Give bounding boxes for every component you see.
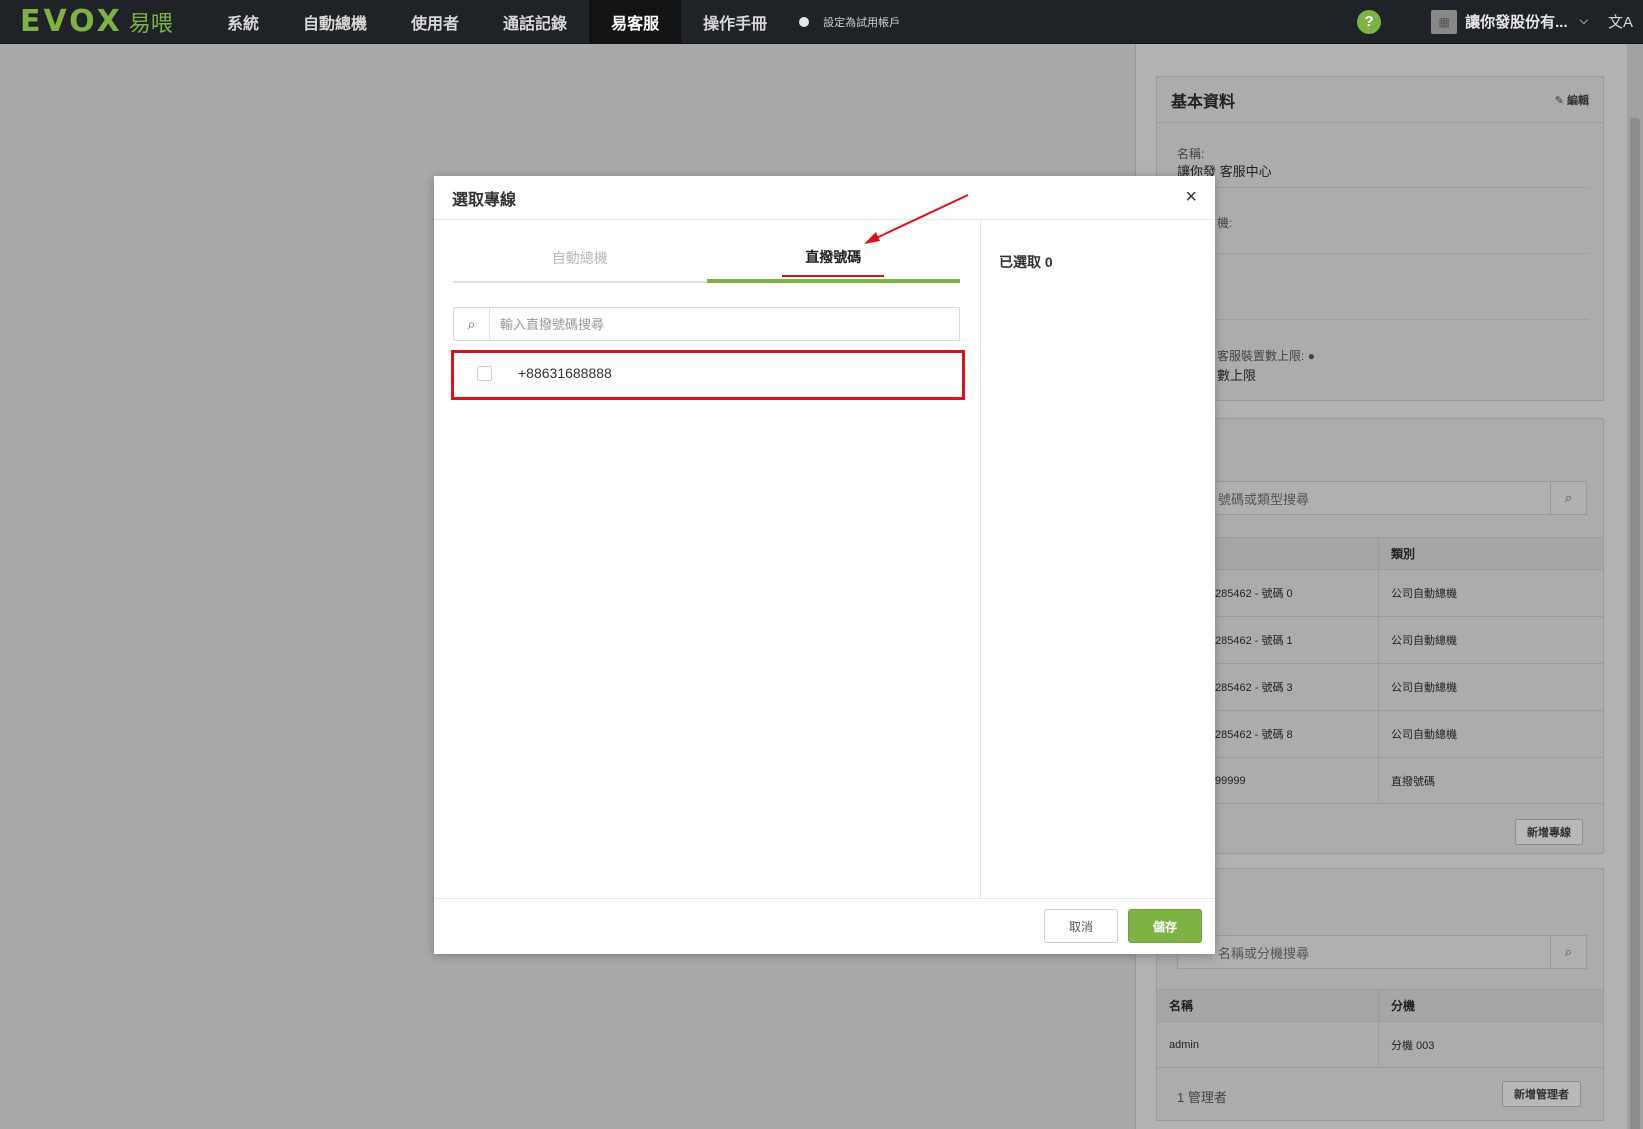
save-button[interactable]: 儲存 — [1128, 909, 1202, 943]
table-header: 類別 — [1157, 537, 1603, 569]
info-icon: ● — [1307, 349, 1315, 363]
table-header: 名稱 分機 — [1157, 989, 1603, 1021]
scrollbar[interactable] — [1627, 44, 1643, 1129]
admin-search-placeholder: 名稱或分機搜尋 — [1218, 945, 1310, 961]
field3-value: 數上限 — [1217, 365, 1256, 384]
admins-table: 名稱 分機 admin 分機 003 — [1157, 989, 1603, 1068]
direct-number-search-input[interactable] — [490, 309, 959, 339]
lines-table: 類別 285462 - 號碼 0 公司自動總機 285462 - 號碼 1 公司… — [1157, 537, 1603, 804]
admin-search-input[interactable]: 名稱或分機搜尋 ⌕ — [1177, 935, 1587, 969]
basic-info-header: 基本資料 ✎ 編輯 — [1157, 77, 1603, 123]
option-checkbox[interactable] — [477, 365, 492, 381]
line-type: 直撥號碼 — [1391, 775, 1435, 788]
divider — [1177, 253, 1589, 254]
top-nav: EVOX 易喂 系統 自動總機 使用者 通話記錄 易客服 操作手冊 設定為試用帳… — [0, 0, 1643, 44]
lines-card: 號碼或類型搜尋 ⌕ 類別 285462 - 號碼 0 公司自動總機 285462… — [1156, 418, 1604, 854]
list-item[interactable]: +88631688888 — [453, 350, 960, 396]
admin-count: 1 管理者 — [1177, 1090, 1227, 1105]
annotation-underline — [782, 275, 884, 277]
edit-label: 編輯 — [1567, 94, 1589, 107]
cancel-button[interactable]: 取消 — [1044, 909, 1118, 943]
add-line-button[interactable]: 新增專線 — [1515, 819, 1583, 845]
admin-extension: 分機 003 — [1391, 1039, 1435, 1052]
nav-item-users[interactable]: 使用者 — [389, 0, 481, 44]
table-row[interactable]: 285462 - 號碼 1 公司自動總機 — [1157, 616, 1603, 663]
company-name: 讓你發股份有... — [1465, 14, 1568, 31]
line-type: 公司自動總機 — [1391, 588, 1457, 600]
select-line-modal: 選取專線 × 自動總機 直撥號碼 ⌕ +88631688888 已選取 0 取消… — [434, 176, 1215, 954]
table-row[interactable]: admin 分機 003 — [1157, 1021, 1603, 1068]
company-menu[interactable]: ▦ 讓你發股份有... ⌵ — [1431, 9, 1588, 34]
help-icon[interactable]: ? — [1357, 9, 1382, 34]
trial-label: 設定為試用帳戶 — [823, 16, 901, 29]
admins-card: 名稱或分機搜尋 ⌕ 名稱 分機 admin 分機 003 1 管理者 新增管理者 — [1156, 868, 1604, 1121]
line-type: 公司自動總機 — [1391, 635, 1457, 647]
field3-label-text: 客服裝置數上限: — [1217, 349, 1305, 363]
basic-info-title: 基本資料 — [1171, 93, 1236, 111]
direct-number-search: ⌕ — [453, 307, 960, 341]
header-cell: 分機 — [1391, 999, 1416, 1013]
modal-right-pane: 已選取 0 — [981, 220, 1215, 898]
admin-name: admin — [1157, 1022, 1379, 1067]
search-icon[interactable]: ⌕ — [1550, 936, 1586, 968]
logo-text: EVOX — [20, 4, 123, 39]
name-label: 名稱: — [1177, 147, 1205, 161]
add-admin-button[interactable]: 新增管理者 — [1502, 1081, 1581, 1107]
scrollbar-thumb[interactable] — [1630, 118, 1640, 1129]
search-icon[interactable]: ⌕ — [1550, 482, 1586, 514]
basic-info-card: 基本資料 ✎ 編輯 名稱: 讓你發 客服中心 機: 客服裝置數上限: ● 數上限 — [1156, 76, 1604, 401]
divider — [1177, 187, 1589, 188]
modal-title: 選取專線 — [452, 191, 517, 209]
dot-icon — [799, 16, 810, 27]
line-search-placeholder: 號碼或類型搜尋 — [1218, 491, 1310, 507]
modal-footer: 取消 儲存 — [434, 898, 1215, 954]
divider — [1177, 319, 1589, 320]
building-icon: ▦ — [1431, 9, 1458, 34]
header-cell: 類別 — [1391, 547, 1416, 561]
line-type: 公司自動總機 — [1391, 729, 1457, 741]
nav-right: ? ▦ 讓你發股份有... ⌵ 文A — [1357, 0, 1643, 44]
modal-left-pane: 自動總機 直撥號碼 ⌕ +88631688888 — [434, 220, 981, 898]
chevron-down-icon: ⌵ — [1579, 15, 1588, 27]
field3-value-text: 數上限 — [1217, 368, 1257, 383]
table-row[interactable]: 285462 - 號碼 8 公司自動總機 — [1157, 710, 1603, 757]
selected-count: 已選取 0 — [999, 254, 1053, 270]
logo[interactable]: EVOX 易喂 — [0, 0, 205, 44]
modal-body: 自動總機 直撥號碼 ⌕ +88631688888 已選取 0 — [434, 220, 1215, 898]
nav-item-system[interactable]: 系統 — [205, 0, 281, 44]
trial-toggle[interactable]: 設定為試用帳戶 — [799, 14, 900, 30]
field3-label: 客服裝置數上限: ● — [1217, 347, 1315, 364]
line-type: 公司自動總機 — [1391, 682, 1457, 694]
nav-item-auto-attendant[interactable]: 自動總機 — [281, 0, 389, 44]
table-row[interactable]: 99999 直撥號碼 — [1157, 757, 1603, 804]
edit-button[interactable]: ✎ 編輯 — [1555, 92, 1589, 108]
modal-header: 選取專線 × — [434, 176, 1215, 220]
search-icon: ⌕ — [454, 308, 490, 340]
nav-item-manual[interactable]: 操作手冊 — [681, 0, 789, 44]
tab-auto-attendant[interactable]: 自動總機 — [453, 235, 707, 281]
option-label: +88631688888 — [518, 365, 612, 381]
field2-label: 機: — [1217, 216, 1233, 230]
nav-item-customer-service[interactable]: 易客服 — [589, 0, 682, 44]
close-icon[interactable]: × — [1185, 186, 1197, 209]
header-cell: 名稱 — [1157, 990, 1379, 1021]
line-search-input[interactable]: 號碼或類型搜尋 ⌕ — [1177, 481, 1587, 515]
table-row[interactable]: 285462 - 號碼 3 公司自動總機 — [1157, 663, 1603, 710]
language-icon[interactable]: 文A — [1608, 11, 1633, 32]
nav-item-call-records[interactable]: 通話記錄 — [481, 0, 589, 44]
logo-cn: 易喂 — [128, 10, 173, 36]
table-row[interactable]: 285462 - 號碼 0 公司自動總機 — [1157, 569, 1603, 616]
